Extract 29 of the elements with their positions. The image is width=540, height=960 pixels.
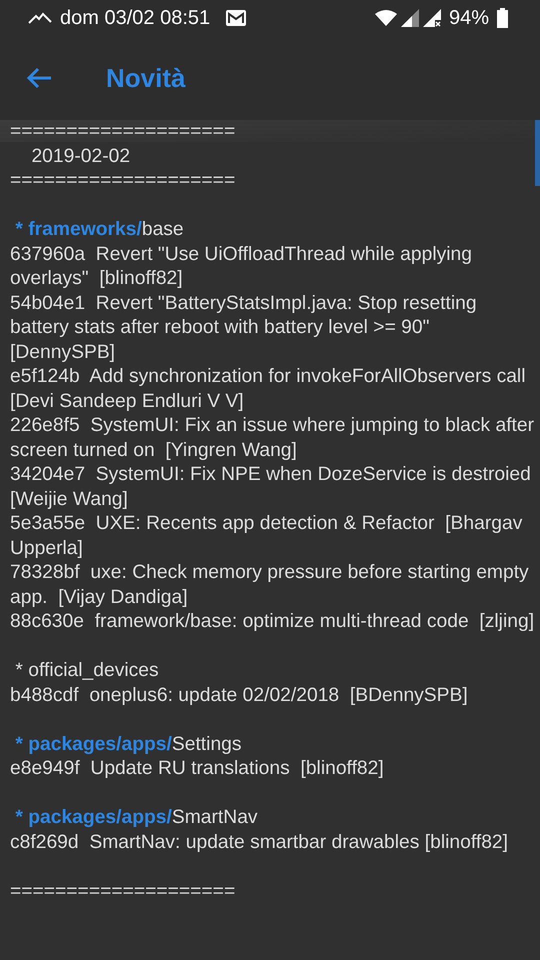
commit-entry: e8e949f Update RU translations [blinoff82]	[10, 757, 385, 781]
commit-entry: e5f124b Add synchronization for invokeForAllObservers call [Devi Sandeep Endluri V V]	[10, 365, 526, 414]
battery-percent: 94%	[448, 6, 489, 31]
separator-line: ====================	[10, 169, 236, 193]
repo-heading: * packages/apps/Settings	[14, 732, 243, 756]
commit-entry: 88c630e framework/base: optimize multi-thread code [zljing]	[10, 610, 536, 634]
repo-heading: * official_devices	[14, 659, 160, 683]
repo-heading: * frameworks/base	[14, 218, 185, 242]
mountain-icon	[28, 12, 52, 24]
commit-entry: c8f269d SmartNav: update smartbar drawables [blinoff82]	[10, 830, 510, 854]
commit-entry: 78328bf uxe: Check memory pressure before starting empty app. [Vijay Dandiga]	[10, 561, 530, 610]
back-icon[interactable]	[26, 67, 52, 89]
battery-icon	[497, 8, 508, 28]
commit-entry: 5e3a55e UXE: Recents app detection & Refactor [Bhargav Upperla]	[10, 512, 524, 560]
status-time: dom 03/02 08:51	[60, 6, 210, 31]
release-date: 2019-02-02	[30, 144, 132, 168]
commit-entry: b488cdf oneplus6: update 02/02/2018 [BDennySPB]	[10, 684, 469, 708]
repo-heading: * packages/apps/SmartNav	[14, 806, 259, 830]
screen-title: Novità	[106, 62, 186, 94]
signal-icon	[400, 9, 419, 27]
commit-entry: 637960a Revert "Use UiOffloadThread while applying overlays" [blinoff82]	[10, 242, 474, 291]
commit-entry: 34204e7 SystemUI: Fix NPE when DozeService is destroied [Weijie Wang]	[10, 463, 532, 512]
commit-entry: 226e8f5 SystemUI: Fix an issue where jumping to black after screen turned on [Yingren Wang]	[10, 414, 536, 462]
signal-icon	[422, 9, 441, 27]
wifi-icon	[374, 10, 397, 26]
separator-line: ====================	[10, 120, 236, 144]
scroll-indicator	[535, 120, 540, 186]
separator-line: ====================	[10, 880, 236, 904]
mail-icon	[226, 10, 246, 26]
